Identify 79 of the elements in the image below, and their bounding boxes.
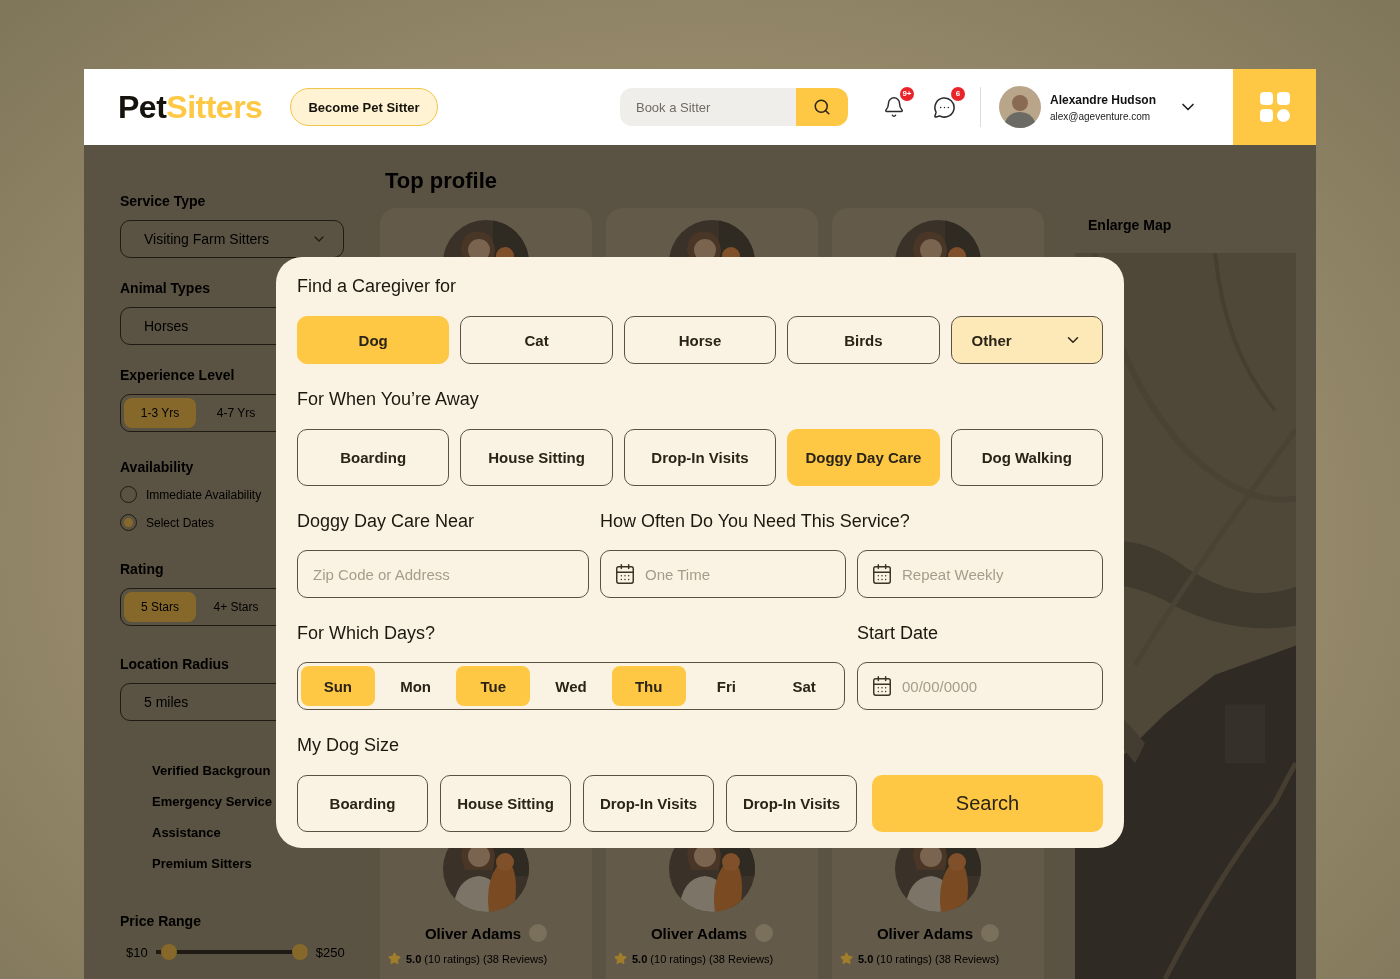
day-option[interactable]: Tue (456, 666, 531, 706)
filter-label: Availability (120, 459, 194, 475)
section-heading: For Which Days? (297, 622, 437, 645)
filter-label: Service Type (120, 193, 206, 209)
star-icon (614, 952, 627, 965)
day-option[interactable]: Fri (689, 666, 764, 706)
day-option[interactable]: Thu (611, 666, 686, 706)
day-option[interactable]: Sat (767, 666, 841, 706)
frequency-field[interactable]: Repeat Weekly (857, 550, 1103, 598)
section-title: Top profile (385, 168, 499, 194)
message-badge: 6 (950, 87, 965, 101)
address-field[interactable]: Zip Code or Address (297, 550, 589, 598)
frequency-field[interactable]: One Time (600, 550, 846, 598)
pet-option[interactable]: Birds (787, 316, 940, 364)
circle-icon (755, 924, 774, 942)
user-avatar[interactable] (998, 86, 1041, 128)
calendar-icon (614, 563, 636, 585)
sitter-name: Oliver Adams (650, 924, 748, 942)
date-field[interactable]: 00/00/0000 (857, 662, 1103, 710)
section-heading: Start Date (857, 622, 940, 645)
service-option[interactable]: House Sitting (460, 429, 613, 486)
bell-icon (882, 96, 905, 118)
pet-option[interactable]: Horse (623, 316, 777, 364)
circle-icon (981, 924, 1000, 942)
logo-suffix: Sitters (166, 88, 263, 125)
filter-label: Rating (120, 561, 164, 577)
calendar-icon (871, 563, 893, 585)
search-icon (812, 98, 831, 116)
chat-icon (933, 95, 957, 119)
search-button[interactable]: Search (872, 775, 1103, 832)
filter-label: Price Range (120, 913, 201, 929)
size-option[interactable]: Drop-In Visits (726, 775, 857, 832)
pet-dropdown[interactable]: Other (950, 316, 1103, 364)
section-heading: For When You’re Away (297, 388, 480, 411)
service-option[interactable]: Doggy Day Care (787, 429, 940, 486)
slider-thumb[interactable] (161, 944, 178, 960)
become-sitter-button[interactable]: Become Pet Sitter (290, 88, 438, 126)
grid-icon (1259, 92, 1290, 122)
pet-option[interactable]: Cat (460, 316, 613, 364)
slider-thumb[interactable] (291, 944, 308, 960)
section-heading: Doggy Day Care Near (297, 510, 476, 533)
user-name: Alexandre Hudson (1049, 92, 1156, 107)
search-field[interactable]: Book a Sitter (619, 88, 796, 126)
section-heading: How Often Do You Need This Service? (600, 510, 911, 533)
day-option[interactable]: Wed (534, 666, 608, 706)
segment-option[interactable]: 5 Stars (124, 592, 196, 622)
notification-badge: 9+ (899, 87, 914, 101)
filter-label: Animal Types (120, 280, 210, 296)
day-option[interactable]: Mon (378, 666, 453, 706)
radio-label: Select Dates (146, 515, 215, 530)
circle-icon (529, 924, 548, 942)
star-icon (388, 952, 401, 965)
segment-option[interactable]: 1-3 Yrs (124, 398, 196, 428)
sitter-name: Oliver Adams (424, 924, 522, 942)
filter-label: Experience Level (120, 367, 235, 383)
service-option[interactable]: Drop-In Visits (623, 429, 777, 486)
messages-button[interactable] (931, 94, 958, 120)
range-max: $250 (315, 944, 345, 960)
service-option[interactable]: Boarding (297, 429, 450, 486)
pet-option[interactable]: Dog (297, 316, 450, 364)
calendar-icon (871, 675, 893, 697)
radio-label: Immediate Availability (146, 487, 262, 502)
rating-text: 5.0 (10 ratings) (38 Reviews) (632, 952, 774, 965)
sitter-name: Oliver Adams (876, 924, 974, 942)
section-heading: Find a Caregiver for (297, 275, 458, 298)
user-email: alex@ageventure.com (1049, 110, 1152, 122)
search-button[interactable] (795, 88, 848, 126)
size-option[interactable]: Boarding (297, 775, 428, 832)
size-option[interactable]: House Sitting (440, 775, 571, 832)
size-option[interactable]: Drop-In Visits (583, 775, 714, 832)
day-option[interactable]: Sun (301, 666, 375, 706)
service-option[interactable]: Dog Walking (950, 429, 1103, 486)
rating-text: 5.0 (10 ratings) (38 Reviews) (406, 952, 548, 965)
filter-label: Location Radius (120, 656, 229, 672)
star-icon (840, 952, 853, 965)
logo-prefix: Pet (118, 88, 167, 125)
section-heading: My Dog Size (297, 734, 401, 757)
range-min: $10 (126, 944, 148, 960)
rating-text: 5.0 (10 ratings) (38 Reviews) (858, 952, 1000, 965)
